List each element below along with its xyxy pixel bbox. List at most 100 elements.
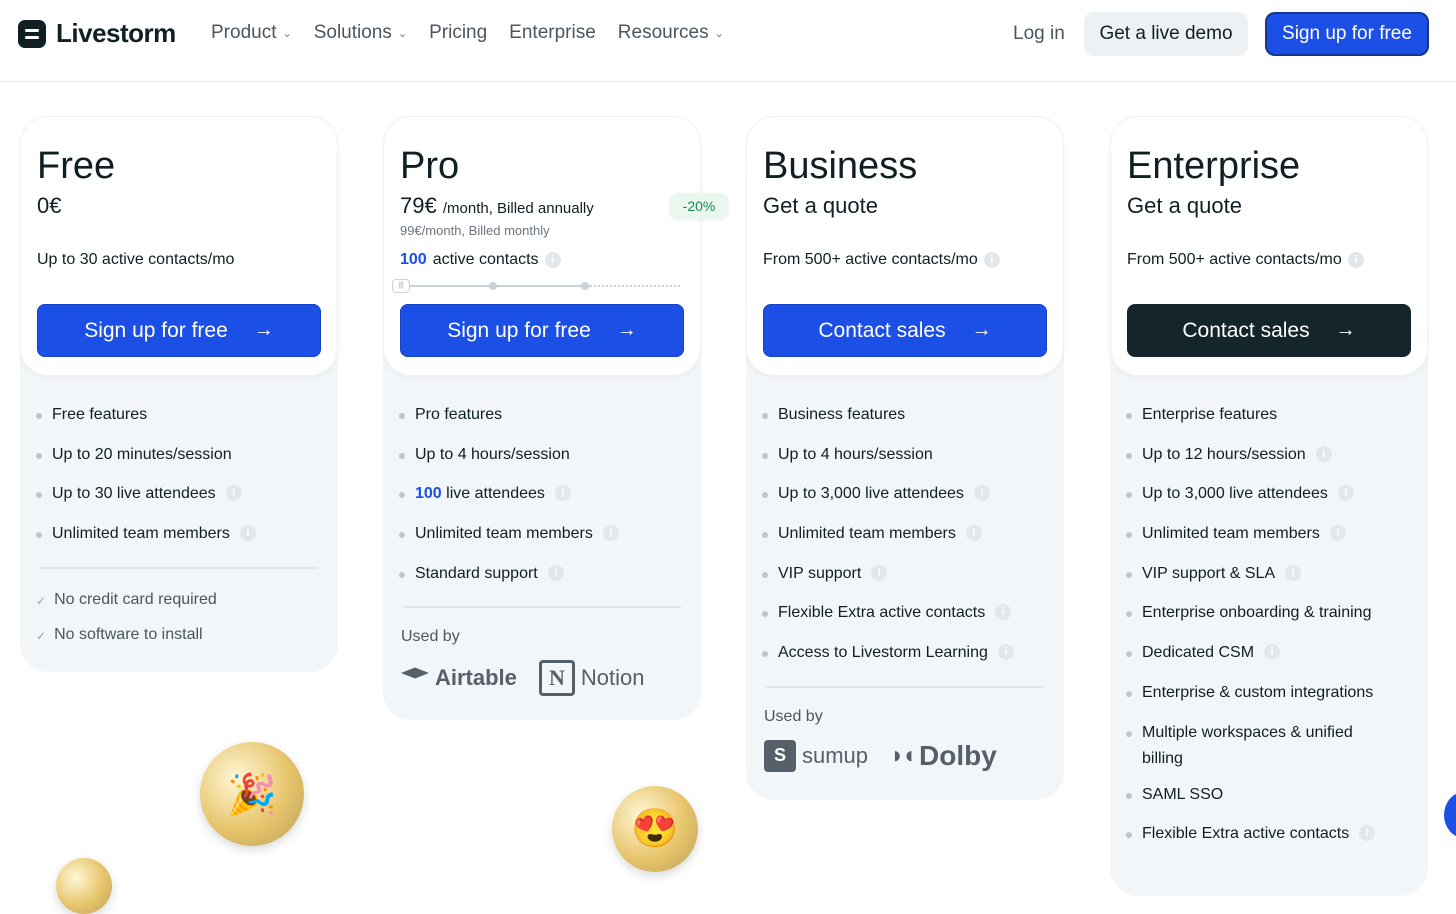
brand-name: Livestorm (56, 18, 176, 48)
logo-text: Notion (580, 665, 645, 691)
contacts-text: active contacts (432, 251, 539, 268)
list-item: ✓ No credit card required (36, 591, 322, 626)
arrow-right-icon: → (616, 319, 637, 341)
menu-label: Solutions (313, 22, 392, 43)
dolby-icon: ◗◖ (890, 741, 916, 769)
info-icon[interactable]: i (239, 525, 256, 542)
contact-sales-button[interactable]: Contact sales → (1127, 304, 1411, 357)
top-navigation: Livestorm Product ⌄ Solutions ⌄ Pricing En… (0, 0, 1456, 82)
info-icon[interactable]: i (547, 564, 564, 581)
feature-text: Up to 4 hours/session (415, 445, 570, 463)
bullet-icon (762, 452, 768, 459)
attendees-value: 100 (415, 485, 442, 503)
list-item: Enterprise onboarding & training (1126, 604, 1412, 644)
slider-handle[interactable]: ||| (392, 279, 410, 293)
signup-pro-button[interactable]: Sign up for free → (400, 304, 684, 357)
slider-tick[interactable] (581, 282, 589, 290)
menu-label: Product (211, 22, 277, 43)
airtable-logo: Airtable (401, 665, 517, 691)
info-icon[interactable]: i (1347, 252, 1364, 268)
arrow-right-icon: → (971, 319, 992, 341)
info-icon[interactable]: i (1337, 485, 1354, 502)
info-icon[interactable]: i (602, 525, 619, 542)
bullet-icon (1126, 730, 1132, 737)
feature-text: Up to 12 hours/session (1142, 445, 1306, 463)
bullet-icon (762, 571, 768, 578)
contacts-text: Up to 30 active contacts/mo (37, 251, 235, 268)
arrow-right-icon: → (253, 319, 274, 341)
info-icon[interactable]: i (1264, 644, 1281, 661)
plan-name: Enterprise (1127, 145, 1301, 187)
signup-free-button[interactable]: Sign up for free → (37, 304, 321, 357)
list-item: Multiple workspaces & unified billing (1126, 720, 1412, 786)
list-item: Unlimited team members i (399, 525, 685, 565)
bullet-icon (762, 611, 768, 618)
list-item: Up to 3,000 live attendees i (1126, 485, 1412, 525)
bullet-icon (762, 651, 768, 658)
feature-text: Pro features (415, 406, 503, 423)
feature-text: Free features (52, 406, 148, 423)
contacts-slider[interactable]: ||| (392, 279, 680, 293)
feature-text: Business features (778, 406, 906, 423)
info-icon[interactable]: i (973, 485, 990, 502)
chevron-down-icon: ⌄ (397, 27, 408, 40)
contact-sales-button[interactable]: Contact sales → (763, 304, 1047, 357)
contacts-text: From 500+ active contacts/mo (763, 251, 978, 268)
info-icon[interactable]: i (1329, 525, 1346, 542)
menu-label: Pricing (429, 22, 488, 43)
dolby-logo: ◗◖ Dolby (890, 740, 997, 772)
nav-signup-button[interactable]: Sign up for free (1265, 12, 1429, 56)
bullet-icon (1126, 651, 1132, 658)
info-icon[interactable]: i (225, 485, 242, 502)
list-item: Up to 20 minutes/session (36, 446, 322, 486)
info-icon[interactable]: i (1285, 564, 1302, 581)
plan-name: Pro (400, 145, 460, 187)
info-icon[interactable]: i (544, 252, 561, 268)
get-demo-button[interactable]: Get a live demo (1084, 12, 1248, 56)
bullet-icon (1126, 492, 1132, 499)
menu-label: Enterprise (509, 22, 596, 43)
menu-item-product[interactable]: Product ⌄ (211, 22, 292, 44)
info-icon[interactable]: i (871, 564, 888, 581)
list-item: Up to 4 hours/session (762, 446, 1048, 486)
info-icon[interactable]: i (965, 525, 982, 542)
check-icon: ✓ (36, 593, 47, 608)
contacts-value: 100 (400, 251, 427, 268)
used-by-label: Used by (764, 707, 823, 725)
info-icon[interactable]: i (554, 485, 571, 502)
plan-price: 79€ /month, Billed annually (400, 193, 594, 219)
list-item: Up to 30 live attendees i (36, 485, 322, 525)
used-by-label: Used by (401, 628, 460, 646)
list-item: Up to 12 hours/session i (1126, 445, 1412, 486)
contacts-limit: From 500+ active contacts/mo i (763, 251, 1000, 269)
feature-list: Free features Up to 20 minutes/session U… (20, 376, 338, 565)
list-item: Up to 3,000 live attendees i (762, 485, 1048, 525)
plan-header: Enterprise Get a quote From 500+ active … (1110, 116, 1428, 376)
feature-text: VIP support (778, 564, 862, 582)
menu-item-solutions[interactable]: Solutions ⌄ (314, 22, 407, 44)
cta-label: Contact sales (1182, 318, 1310, 342)
bullet-icon (399, 452, 405, 459)
list-item: VIP support i (762, 564, 1048, 605)
login-link[interactable]: Log in (1013, 23, 1065, 45)
list-item: Flexible Extra active contacts i (1126, 825, 1412, 865)
brand-logo[interactable]: Livestorm (18, 18, 176, 49)
info-icon[interactable]: i (1315, 445, 1332, 462)
info-icon[interactable]: i (983, 252, 1000, 268)
menu-item-pricing[interactable]: Pricing (429, 22, 487, 44)
feature-text: Unlimited team members (52, 525, 230, 543)
chat-launcher-button[interactable] (1444, 792, 1456, 838)
bullet-icon (36, 492, 42, 499)
check-list: ✓ No credit card required ✓ No software to… (20, 569, 338, 661)
info-icon[interactable]: i (1359, 825, 1376, 842)
info-icon[interactable]: i (997, 644, 1014, 661)
contacts-limit: Up to 30 active contacts/mo (37, 251, 234, 269)
slider-tick[interactable] (489, 282, 497, 290)
menu-item-resources[interactable]: Resources ⌄ (618, 22, 724, 44)
info-icon[interactable]: i (995, 604, 1012, 621)
slider-track-remaining (590, 285, 680, 287)
feature-text: Multiple workspaces & unified billing (1142, 723, 1353, 767)
feature-text: Flexible Extra active contacts (778, 604, 986, 622)
menu-item-enterprise[interactable]: Enterprise (509, 22, 596, 44)
list-item: Dedicated CSM i (1126, 644, 1412, 684)
